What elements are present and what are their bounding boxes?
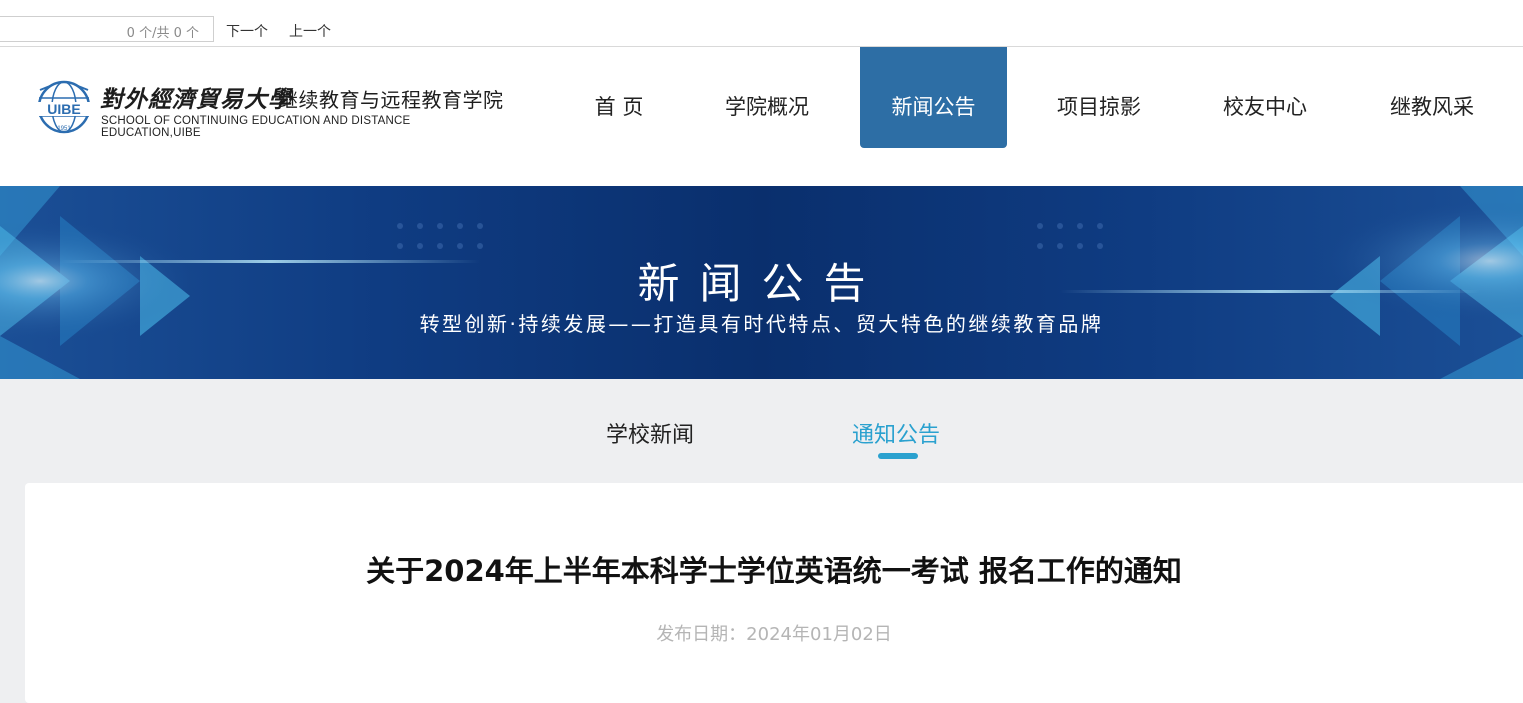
uibe-emblem-icon: UIBE 1951 [37, 80, 91, 134]
site-logo[interactable]: UIBE 1951 對外經濟貿易大學 继续教育与远程教育学院 SCHOOL OF… [34, 80, 504, 140]
tab-school-news[interactable]: 学校新闻 [606, 417, 694, 449]
active-tab-indicator [878, 453, 918, 459]
nav-item-alumni[interactable]: 校友中心 [1208, 47, 1322, 148]
find-count: 0 个/共 0 个 [126, 26, 199, 41]
nav-item-news[interactable]: 新闻公告 [860, 47, 1007, 148]
college-english-name: SCHOOL OF CONTINUING EDUCATION AND DISTA… [101, 115, 411, 139]
find-input[interactable]: 0 个/共 0 个 [0, 16, 214, 42]
emblem-text: UIBE [47, 101, 80, 117]
college-name: 继续教育与远程教育学院 [278, 88, 504, 112]
nav-item-projects[interactable]: 项目掠影 [1042, 47, 1156, 148]
find-prev-button[interactable]: 上一个 [289, 21, 331, 41]
category-tabs: 学校新闻 通知公告 [0, 379, 1523, 483]
article-date: 发布日期：2024年01月02日 [656, 624, 892, 645]
article-title: 关于2024年上半年本科学士学位英语统一考试 报名工作的通知 [366, 554, 1182, 588]
site-header: UIBE 1951 對外經濟貿易大學 继续教育与远程教育学院 SCHOOL OF… [0, 47, 1523, 186]
find-bar: 0 个/共 0 个 下一个 上一个 [0, 0, 1523, 47]
nav-item-home[interactable]: 首 页 [582, 47, 656, 148]
banner-title: 新闻公告 [637, 259, 886, 308]
emblem-year: 1951 [57, 126, 71, 132]
nav-item-about[interactable]: 学院概况 [710, 47, 824, 148]
banner-subtitle: 转型创新·持续发展——打造具有时代特点、贸大特色的继续教育品牌 [419, 312, 1104, 336]
tab-notices[interactable]: 通知公告 [852, 417, 940, 449]
article-card [25, 483, 1523, 703]
find-next-button[interactable]: 下一个 [226, 21, 268, 41]
university-calligraphy-name: 對外經濟貿易大學 [100, 86, 292, 113]
page-banner: 新闻公告 转型创新·持续发展——打造具有时代特点、贸大特色的继续教育品牌 [0, 186, 1523, 379]
nav-item-showcase[interactable]: 继教风采 [1375, 47, 1489, 148]
